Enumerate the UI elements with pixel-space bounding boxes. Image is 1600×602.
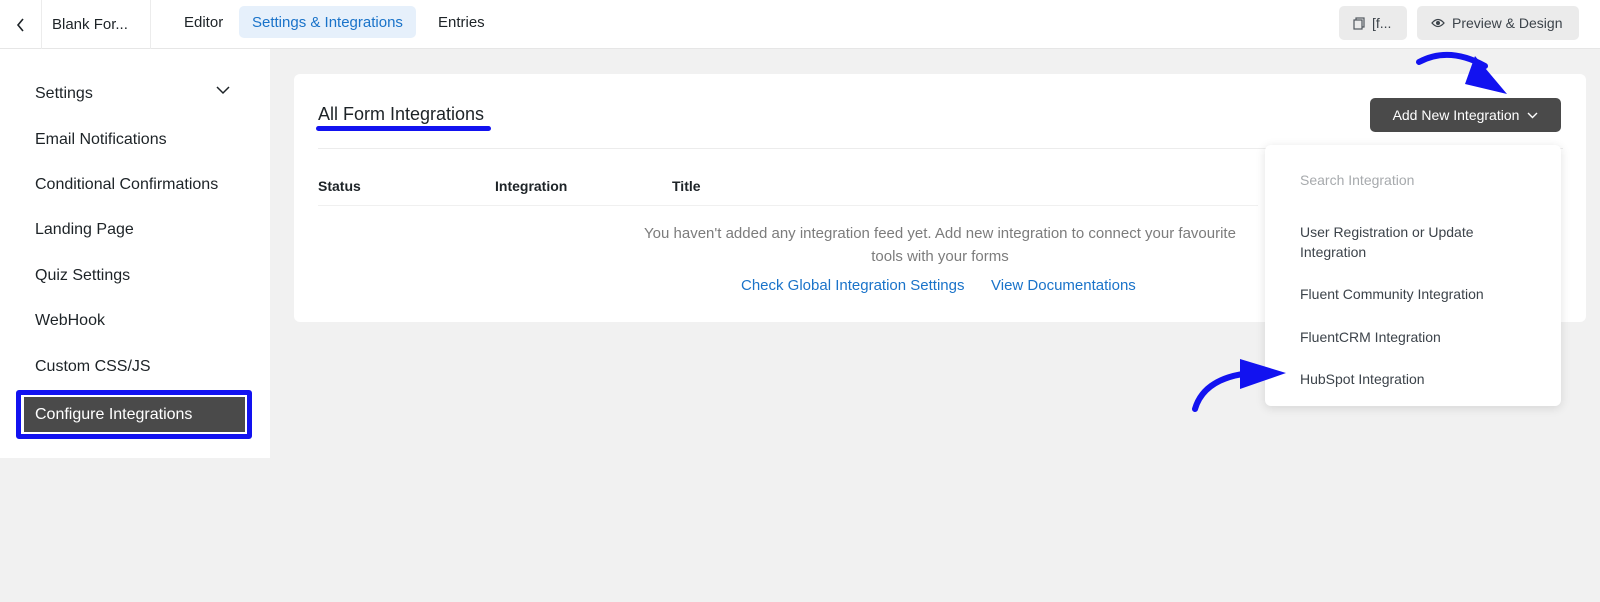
back-button[interactable]: [0, 0, 42, 49]
empty-state-message: You haven't added any integration feed y…: [644, 225, 1236, 265]
annotation-arrow-icon: [1192, 359, 1286, 412]
column-header-title: Title: [672, 178, 701, 194]
dropdown-item-user-registration[interactable]: User Registration or Update Integration: [1300, 222, 1510, 262]
sidebar-item-custom-css-js[interactable]: Custom CSS/JS: [35, 358, 151, 376]
tab-entries[interactable]: Entries: [425, 6, 498, 38]
annotation-underline: [316, 126, 491, 131]
chevron-down-icon: [1527, 112, 1538, 118]
column-header-integration: Integration: [495, 178, 568, 194]
preview-design-button[interactable]: Preview & Design: [1417, 6, 1579, 40]
table-header-divider: [318, 205, 1258, 206]
form-name[interactable]: Blank For...: [42, 0, 151, 49]
sidebar-item-settings[interactable]: Settings: [35, 85, 93, 103]
top-bar: Blank For... Editor Settings & Integrati…: [0, 0, 1600, 49]
dropdown-item-fluent-community[interactable]: Fluent Community Integration: [1300, 284, 1484, 304]
tab-settings-integrations[interactable]: Settings & Integrations: [239, 6, 416, 38]
search-integration-input[interactable]: Search Integration: [1300, 172, 1414, 188]
add-new-integration-label: Add New Integration: [1392, 107, 1520, 123]
tab-editor[interactable]: Editor: [171, 6, 236, 38]
shortcode-label: [f...: [1372, 15, 1392, 31]
sidebar-item-webhook[interactable]: WebHook: [35, 312, 105, 330]
sidebar-item-quiz-settings[interactable]: Quiz Settings: [35, 267, 130, 285]
add-new-integration-button[interactable]: Add New Integration: [1370, 98, 1561, 132]
dropdown-item-fluentcrm[interactable]: FluentCRM Integration: [1300, 327, 1441, 347]
chevron-down-icon[interactable]: [216, 86, 230, 95]
sidebar-item-configure-integrations[interactable]: Configure Integrations: [24, 397, 245, 432]
view-documentations-link[interactable]: View Documentations: [991, 277, 1136, 294]
shortcode-button[interactable]: [f...: [1339, 6, 1407, 40]
page-title: All Form Integrations: [318, 104, 485, 124]
annotation-arrow-icon: [1416, 51, 1507, 94]
sidebar-item-landing-page[interactable]: Landing Page: [35, 221, 134, 239]
dropdown-item-hubspot[interactable]: HubSpot Integration: [1300, 369, 1425, 389]
preview-design-label: Preview & Design: [1452, 15, 1563, 31]
chevron-left-icon: [16, 17, 24, 32]
eye-icon: [1431, 18, 1445, 28]
copy-icon: [1353, 16, 1365, 30]
global-integration-settings-link[interactable]: Check Global Integration Settings: [741, 277, 964, 294]
sidebar-item-email-notifications[interactable]: Email Notifications: [35, 131, 167, 149]
column-header-status: Status: [318, 178, 361, 194]
sidebar-item-conditional-confirmations[interactable]: Conditional Confirmations: [35, 176, 218, 194]
